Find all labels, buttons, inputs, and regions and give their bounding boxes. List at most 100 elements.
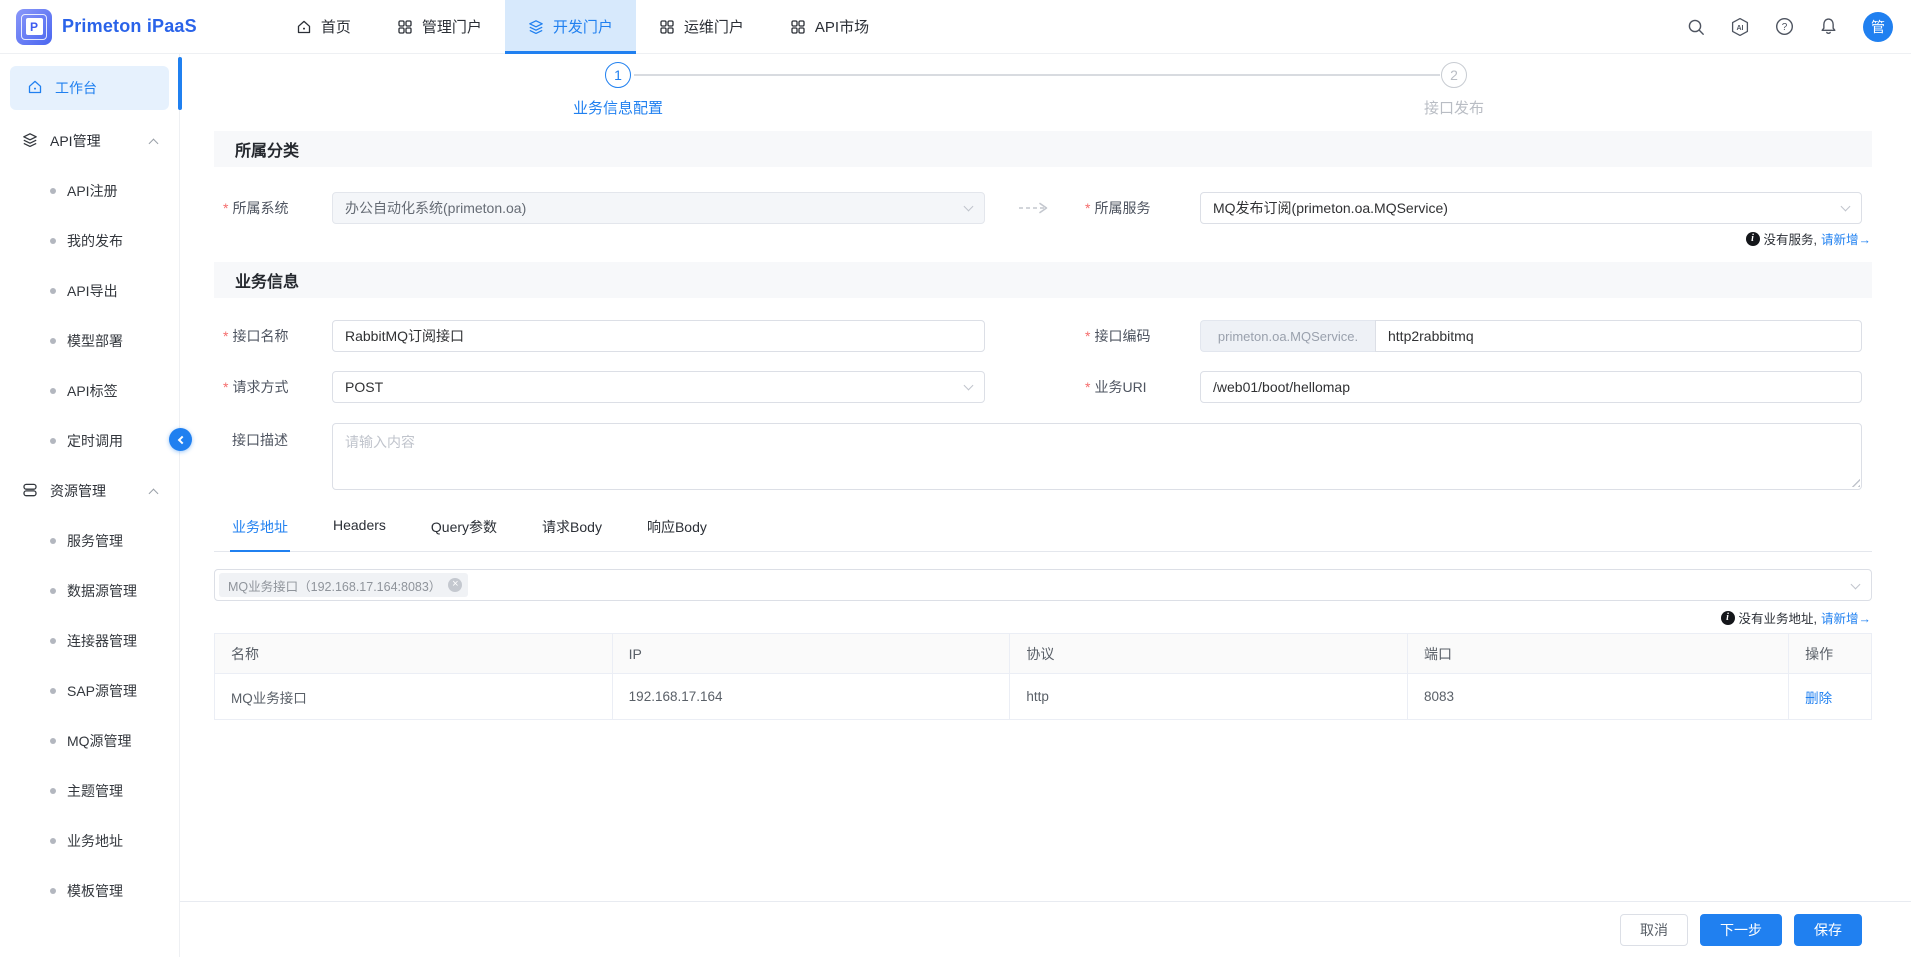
chevron-down-icon xyxy=(964,381,974,391)
system-select[interactable]: 办公自动化系统(primeton.oa) xyxy=(332,192,985,224)
ai-assistant-icon[interactable]: AI xyxy=(1730,17,1750,37)
sidebar-scrollbar-thumb[interactable] xyxy=(178,57,182,110)
notification-bell-icon[interactable] xyxy=(1819,17,1838,36)
nav-item-label: 管理门户 xyxy=(422,16,482,37)
step-business-info: 1 业务信息配置 xyxy=(518,62,718,118)
chevron-down-icon xyxy=(964,202,974,212)
sidebar-item-sap-source-management[interactable]: SAP源管理 xyxy=(0,666,179,716)
sidebar-item-mq-source-management[interactable]: MQ源管理 xyxy=(0,716,179,766)
sidebar-item-business-address[interactable]: 业务地址 xyxy=(0,816,179,866)
method-select-value: POST xyxy=(345,379,383,395)
svg-text:AI: AI xyxy=(1737,25,1744,32)
arrow-right-icon xyxy=(985,200,1085,216)
chevron-left-icon xyxy=(178,435,186,443)
save-button[interactable]: 保存 xyxy=(1794,914,1862,946)
cell-name: MQ业务接口 xyxy=(215,674,613,720)
tab-query-params[interactable]: Query参数 xyxy=(429,517,499,551)
search-icon[interactable] xyxy=(1687,18,1705,36)
grid-icon xyxy=(790,19,806,35)
column-header-name: 名称 xyxy=(215,634,613,674)
sidebar-item-workbench[interactable]: 工作台 xyxy=(10,66,169,110)
user-avatar[interactable]: 管 xyxy=(1863,12,1893,42)
cell-protocol: http xyxy=(1010,674,1408,720)
sidebar-group-label: 资源管理 xyxy=(50,481,106,501)
sidebar-item-label: 模型部署 xyxy=(67,331,123,351)
remove-tag-icon[interactable] xyxy=(448,578,462,592)
nav-item-api-market[interactable]: API市场 xyxy=(767,0,892,54)
help-icon[interactable]: ? xyxy=(1775,17,1794,36)
hint-text: 没有业务地址, xyxy=(1739,608,1817,627)
method-select[interactable]: POST xyxy=(332,371,985,403)
address-hint: 没有业务地址, 请新增→ xyxy=(214,608,1872,627)
step-api-publish: 2 接口发布 xyxy=(1354,62,1554,118)
sidebar-group-api-management[interactable]: API管理 xyxy=(0,116,179,166)
api-name-input[interactable] xyxy=(332,320,985,352)
bullet-icon xyxy=(50,238,56,244)
sidebar-item-datasource-management[interactable]: 数据源管理 xyxy=(0,566,179,616)
sidebar-collapse-button[interactable] xyxy=(169,428,192,451)
chevron-up-icon xyxy=(149,488,159,498)
chevron-down-icon xyxy=(1851,580,1861,590)
sidebar-item-label: 工作台 xyxy=(55,78,97,98)
nav-item-label: API市场 xyxy=(815,16,869,37)
section-business-header: 业务信息 xyxy=(214,262,1872,298)
business-address-select[interactable]: MQ业务接口（192.168.17.164:8083） xyxy=(214,569,1872,601)
description-textarea[interactable] xyxy=(332,423,1862,490)
service-select[interactable]: MQ发布订阅(primeton.oa.MQService) xyxy=(1200,192,1862,224)
sidebar-item-topic-management[interactable]: 主题管理 xyxy=(0,766,179,816)
nav-item-dev-portal[interactable]: 开发门户 xyxy=(505,0,636,54)
stepper: 1 业务信息配置 2 接口发布 xyxy=(180,54,1911,130)
bullet-icon xyxy=(50,638,56,644)
address-tag: MQ业务接口（192.168.17.164:8083） xyxy=(219,573,468,597)
add-address-link[interactable]: 请新增→ xyxy=(1821,608,1871,627)
tab-headers[interactable]: Headers xyxy=(331,517,388,551)
sidebar-item-api-export[interactable]: API导出 xyxy=(0,266,179,316)
step-label: 接口发布 xyxy=(1354,97,1554,118)
primary-nav: 首页 管理门户 开发门户 运维门户 API市场 xyxy=(273,0,892,54)
service-select-value: MQ发布订阅(primeton.oa.MQService) xyxy=(1213,198,1448,218)
service-label: 所属服务 xyxy=(1085,198,1200,218)
sidebar-item-service-management[interactable]: 服务管理 xyxy=(0,516,179,566)
bullet-icon xyxy=(50,538,56,544)
sidebar-item-label: MQ源管理 xyxy=(67,731,132,751)
sidebar-group-resource-management[interactable]: 资源管理 xyxy=(0,466,179,516)
top-navbar: P Primeton iPaaS 首页 管理门户 开发门户 运维门户 API市场… xyxy=(0,0,1911,54)
bullet-icon xyxy=(50,688,56,694)
chevron-down-icon xyxy=(1841,202,1851,212)
tab-business-address[interactable]: 业务地址 xyxy=(230,517,290,552)
table-header-row: 名称 IP 协议 端口 操作 xyxy=(215,634,1872,674)
sidebar-item-my-publish[interactable]: 我的发布 xyxy=(0,216,179,266)
delete-row-link[interactable]: 删除 xyxy=(1805,691,1832,706)
nav-item-label: 开发门户 xyxy=(553,16,613,37)
sidebar-item-model-deploy[interactable]: 模型部署 xyxy=(0,316,179,366)
add-service-link[interactable]: 请新增→ xyxy=(1821,229,1871,248)
api-code-input[interactable] xyxy=(1375,320,1862,352)
next-step-button[interactable]: 下一步 xyxy=(1700,914,1782,946)
bullet-icon xyxy=(50,188,56,194)
tab-response-body[interactable]: 响应Body xyxy=(645,517,709,551)
brand-name: Primeton iPaaS xyxy=(62,16,197,37)
sidebar-item-api-tags[interactable]: API标签 xyxy=(0,366,179,416)
cell-ip: 192.168.17.164 xyxy=(612,674,1010,720)
sidebar-item-scheduled-call[interactable]: 定时调用 xyxy=(0,416,179,466)
nav-item-home[interactable]: 首页 xyxy=(273,0,374,54)
api-code-prefix: primeton.oa.MQService. xyxy=(1200,320,1375,352)
nav-item-ops-portal[interactable]: 运维门户 xyxy=(636,0,767,54)
brand[interactable]: P Primeton iPaaS xyxy=(0,9,197,45)
tab-request-body[interactable]: 请求Body xyxy=(540,517,604,551)
nav-item-label: 首页 xyxy=(321,16,351,37)
nav-item-label: 运维门户 xyxy=(684,16,744,37)
sidebar-item-template-management[interactable]: 模板管理 xyxy=(0,866,179,916)
nav-item-admin-portal[interactable]: 管理门户 xyxy=(374,0,505,54)
detail-tabs: 业务地址 Headers Query参数 请求Body 响应Body xyxy=(214,517,1872,552)
sidebar-item-api-register[interactable]: API注册 xyxy=(0,166,179,216)
sidebar-item-label: 模板管理 xyxy=(67,881,123,901)
sidebar-item-connector-management[interactable]: 连接器管理 xyxy=(0,616,179,666)
cancel-button[interactable]: 取消 xyxy=(1620,914,1688,946)
api-code-label: 接口编码 xyxy=(1085,326,1200,346)
address-table: 名称 IP 协议 端口 操作 MQ业务接口 192.168.17.164 htt… xyxy=(214,633,1872,720)
navbar-actions: AI ? 管 xyxy=(1687,12,1911,42)
system-select-value: 办公自动化系统(primeton.oa) xyxy=(345,198,526,218)
category-row: 所属系统 办公自动化系统(primeton.oa) 所属服务 MQ发布订阅(pr… xyxy=(214,167,1872,224)
uri-input[interactable] xyxy=(1200,371,1862,403)
